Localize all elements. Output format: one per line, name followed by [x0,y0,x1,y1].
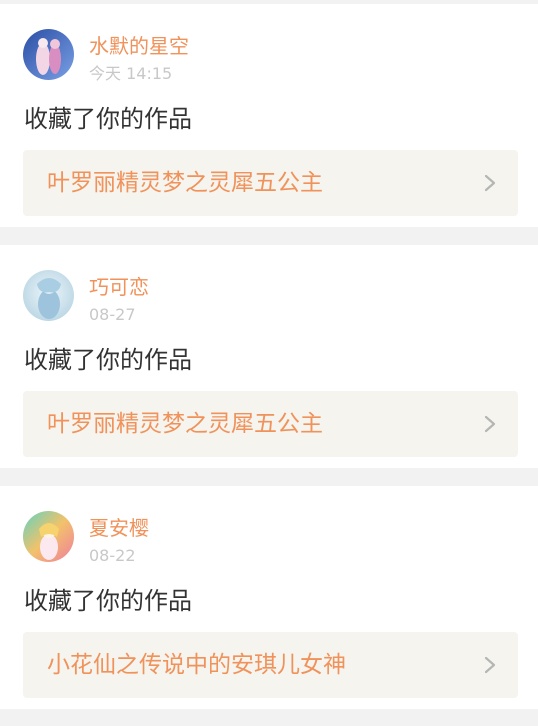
work-title: 叶罗丽精灵梦之灵犀五公主 [47,411,323,437]
notification-card: 巧可恋 08-27 收藏了你的作品 叶罗丽精灵梦之灵犀五公主 [0,245,538,468]
work-link-card[interactable]: 叶罗丽精灵梦之灵犀五公主 [23,150,518,216]
work-link-card[interactable]: 叶罗丽精灵梦之灵犀五公主 [23,391,518,457]
notification-feed: 水默的星空 今天 14:15 收藏了你的作品 叶罗丽精灵梦之灵犀五公主 巧可恋 … [0,0,538,726]
username-link[interactable]: 夏安樱 [89,515,149,541]
chevron-right-icon [484,656,496,674]
timestamp: 今天 14:15 [89,64,173,83]
avatar[interactable] [23,29,74,80]
work-title: 小花仙之传说中的安琪儿女神 [47,652,346,678]
action-text: 收藏了你的作品 [24,587,192,615]
avatar[interactable] [23,511,74,562]
work-title: 叶罗丽精灵梦之灵犀五公主 [47,170,323,196]
action-text: 收藏了你的作品 [24,105,192,133]
timestamp: 08-27 [89,305,136,324]
avatar[interactable] [23,270,74,321]
notification-card: 夏安樱 08-22 收藏了你的作品 小花仙之传说中的安琪儿女神 [0,486,538,709]
username-link[interactable]: 水默的星空 [89,33,189,59]
chevron-right-icon [484,415,496,433]
chevron-right-icon [484,174,496,192]
timestamp: 08-22 [89,546,136,565]
username-link[interactable]: 巧可恋 [89,274,149,300]
action-text: 收藏了你的作品 [24,346,192,374]
notification-card: 水默的星空 今天 14:15 收藏了你的作品 叶罗丽精灵梦之灵犀五公主 [0,4,538,227]
work-link-card[interactable]: 小花仙之传说中的安琪儿女神 [23,632,518,698]
